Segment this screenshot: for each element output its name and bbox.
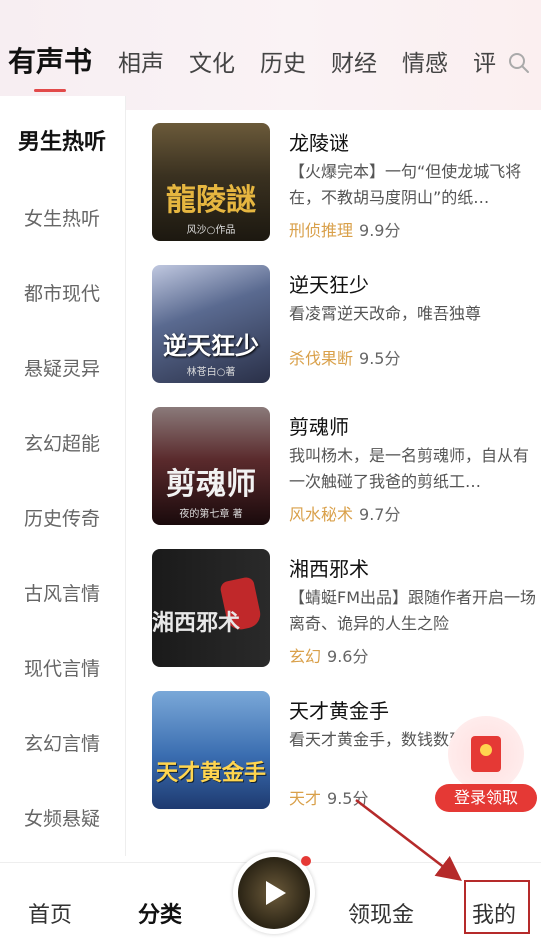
nav-cash[interactable]: 领现金: [348, 897, 414, 929]
sidebar-item-fantasy-romance[interactable]: 玄幻言情: [0, 729, 124, 756]
book-item[interactable]: 逆天狂少 林苍白○著 逆天狂少 看凌霄逆天改命，唯吾独尊 杀伐果断 9.5分: [152, 265, 532, 385]
tab-audiobook[interactable]: 有声书: [8, 40, 92, 80]
tab-finance[interactable]: 财经: [331, 44, 377, 78]
cover-title-text: 湘西邪术: [152, 610, 240, 636]
playing-indicator-dot: [301, 856, 311, 866]
book-description: 看凌霄逆天改命，唯吾独尊: [289, 304, 482, 323]
sidebar-item-ancient-romance[interactable]: 古风言情: [0, 579, 124, 606]
cover-author-text: 林苍白○著: [186, 367, 236, 378]
book-tag: 杀伐果断: [289, 349, 354, 368]
book-meta: 天才 9.5分: [289, 785, 368, 809]
book-item[interactable]: 龍陵謎 风沙○作品 龙陵谜 【火爆完本】一句“但使龙城飞将在，不教胡马度阴山”的…: [152, 123, 532, 243]
search-icon[interactable]: [508, 52, 530, 74]
book-tag: 刑侦推理: [289, 221, 354, 240]
book-score: 9.7分: [359, 505, 401, 524]
book-score: 9.6分: [327, 647, 369, 666]
cover-title-text: 天才黄金手: [155, 760, 266, 786]
top-tab-bar: 有声书 相声 文化 历史 财经 情感 评: [0, 44, 541, 94]
now-playing-button[interactable]: [233, 852, 315, 934]
book-score: 9.9分: [359, 221, 401, 240]
login-claim-button[interactable]: 登录领取: [435, 784, 537, 812]
book-title: 剪魂师: [289, 415, 349, 439]
highlight-box: [464, 880, 530, 934]
login-reward-badge[interactable]: 登录领取: [435, 716, 537, 812]
sidebar-item-female-suspense[interactable]: 女频悬疑: [0, 804, 124, 831]
book-meta: 玄幻 9.6分: [289, 643, 368, 667]
category-sidebar: 男生热听 女生热听 都市现代 悬疑灵异 玄幻超能 历史传奇 古风言情 现代言情 …: [0, 96, 126, 856]
sidebar-item-suspense[interactable]: 悬疑灵异: [0, 354, 124, 381]
book-item[interactable]: 剪魂师 夜的第七章 著 剪魂师 我叫杨木，是一名剪魂师，自从有一次触碰了我爸的剪…: [152, 407, 532, 527]
red-envelope-icon: [471, 736, 501, 772]
book-cover[interactable]: 湘西邪术: [152, 549, 270, 667]
player-cover-disc: [238, 857, 310, 929]
book-cover[interactable]: 逆天狂少 林苍白○著: [152, 265, 270, 383]
nav-category[interactable]: 分类: [138, 897, 182, 929]
book-meta: 风水秘术 9.7分: [289, 501, 400, 525]
book-description: 【火爆完本】一句“但使龙城飞将在，不教胡马度阴山”的纸…: [289, 162, 522, 207]
book-meta: 杀伐果断 9.5分: [289, 345, 400, 369]
tab-review[interactable]: 评: [473, 44, 496, 78]
cover-title-text: 剪魂师: [166, 467, 256, 502]
book-title: 湘西邪术: [289, 557, 369, 581]
book-title: 天才黄金手: [289, 699, 389, 723]
book-title: 逆天狂少: [289, 273, 369, 297]
book-score: 9.5分: [359, 349, 401, 368]
book-description: 【蜻蜓FM出品】跟随作者开启一场离奇、诡异的人生之险: [289, 588, 537, 633]
active-tab-indicator: [34, 89, 66, 92]
cover-title-text: 逆天狂少: [163, 331, 259, 360]
sidebar-item-history[interactable]: 历史传奇: [0, 504, 124, 531]
play-icon: [266, 881, 286, 905]
tab-emotion[interactable]: 情感: [402, 44, 448, 78]
nav-home[interactable]: 首页: [28, 897, 72, 929]
sidebar-item-modern-romance[interactable]: 现代言情: [0, 654, 124, 681]
book-description: 我叫杨木，是一名剪魂师，自从有一次触碰了我爸的剪纸工…: [289, 446, 530, 491]
tab-history[interactable]: 历史: [260, 44, 306, 78]
sidebar-item-male-hot[interactable]: 男生热听: [0, 124, 124, 156]
tab-culture[interactable]: 文化: [189, 44, 235, 78]
tab-crosstalk[interactable]: 相声: [118, 44, 164, 78]
book-item[interactable]: 湘西邪术 湘西邪术 【蜻蜓FM出品】跟随作者开启一场离奇、诡异的人生之险 玄幻 9…: [152, 549, 536, 669]
book-cover[interactable]: 剪魂师 夜的第七章 著: [152, 407, 270, 525]
book-cover[interactable]: 龍陵謎 风沙○作品: [152, 123, 270, 241]
book-tag: 风水秘术: [289, 505, 354, 524]
book-meta: 刑侦推理 9.9分: [289, 217, 400, 241]
book-cover[interactable]: 天才黄金手: [152, 691, 270, 809]
sidebar-item-fantasy-power[interactable]: 玄幻超能: [0, 429, 124, 456]
cover-title-text: 龍陵謎: [166, 183, 256, 218]
sidebar-item-female-hot[interactable]: 女生热听: [0, 204, 124, 231]
sidebar-item-urban[interactable]: 都市现代: [0, 279, 124, 306]
cover-author-text: 夜的第七章 著: [179, 509, 243, 520]
book-score: 9.5分: [327, 789, 369, 808]
book-title: 龙陵谜: [289, 131, 349, 155]
book-tag: 天才: [289, 789, 322, 808]
book-tag: 玄幻: [289, 647, 322, 666]
cover-author-text: 风沙○作品: [186, 225, 236, 236]
